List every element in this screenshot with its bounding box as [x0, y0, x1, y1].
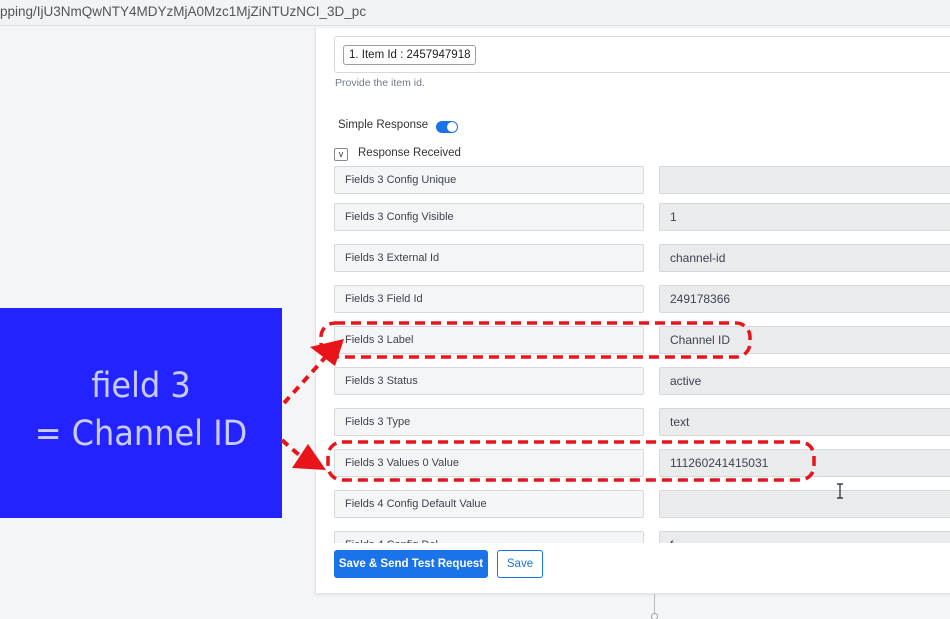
browser-address-bar[interactable]: pping/IjU3NmQwNTY4MDYzMjA0Mzc1MjZiNTUzNC… — [0, 0, 950, 26]
annotation-text-line-1: field 3 — [91, 364, 191, 406]
field-value[interactable] — [659, 490, 950, 518]
save-button[interactable]: Save — [497, 550, 543, 578]
save-and-send-test-request-button[interactable]: Save & Send Test Request — [334, 550, 488, 578]
field-row: Fields 4 Config Del f — [320, 531, 950, 543]
field-value[interactable]: channel-id — [659, 244, 950, 272]
field-value[interactable]: 249178366 — [659, 285, 950, 313]
item-id-token[interactable]: 1. Item Id : 2457947918 — [343, 45, 477, 65]
field-value[interactable]: 111260241415031 — [659, 449, 950, 477]
field-row: Fields 3 Type text — [320, 408, 950, 436]
response-fields-list[interactable]: Fields 3 Config Unique Fields 3 Config V… — [320, 166, 950, 543]
annotation-note: field 3 = Channel ID — [0, 308, 282, 518]
field-label: Fields 3 Values 0 Value — [334, 449, 644, 477]
toggle-knob — [447, 122, 457, 132]
field-value[interactable]: f — [659, 531, 950, 543]
field-label: Fields 4 Config Default Value — [334, 490, 644, 518]
field-value[interactable]: Channel ID — [659, 326, 950, 354]
annotation-text-line-2: = Channel ID — [34, 412, 248, 454]
field-row: Fields 3 Field Id 249178366 — [320, 285, 950, 313]
url-text: pping/IjU3NmQwNTY4MDYzMjA0Mzc1MjZiNTUzNC… — [0, 4, 367, 19]
item-id-hint: Provide the item id. — [335, 77, 425, 89]
field-row: Fields 3 External Id channel-id — [320, 244, 950, 272]
field-row: Fields 3 Label Channel ID — [320, 326, 950, 354]
field-row: Fields 3 Values 0 Value 111260241415031 — [320, 449, 950, 477]
arrow-to-values-row — [280, 438, 314, 466]
field-label: Fields 3 Status — [334, 367, 644, 395]
field-label: Fields 3 Field Id — [334, 285, 644, 313]
field-row: Fields 3 Config Visible 1 — [320, 203, 950, 231]
field-row: Fields 4 Config Default Value — [320, 490, 950, 518]
field-label: Fields 3 Label — [334, 326, 644, 354]
simple-response-label: Simple Response — [338, 119, 429, 131]
field-value[interactable]: text — [659, 408, 950, 436]
add-step-icon[interactable] — [651, 613, 658, 619]
field-row: Fields 3 Config Unique — [320, 166, 950, 194]
field-value[interactable]: active — [659, 367, 950, 395]
text-cursor-icon — [837, 483, 843, 499]
field-value[interactable]: 1 — [659, 203, 950, 231]
field-label: Fields 3 Type — [334, 408, 644, 436]
field-label: Fields 4 Config Del — [334, 531, 644, 543]
simple-response-toggle[interactable] — [436, 121, 458, 133]
field-label: Fields 3 Config Visible — [334, 203, 644, 231]
chevron-down-icon[interactable]: v — [334, 148, 348, 161]
field-label: Fields 3 External Id — [334, 244, 644, 272]
response-received-label: Response Received — [358, 147, 461, 159]
field-row: Fields 3 Status active — [320, 367, 950, 395]
field-label: Fields 3 Config Unique — [334, 166, 644, 194]
field-value[interactable] — [659, 166, 950, 194]
